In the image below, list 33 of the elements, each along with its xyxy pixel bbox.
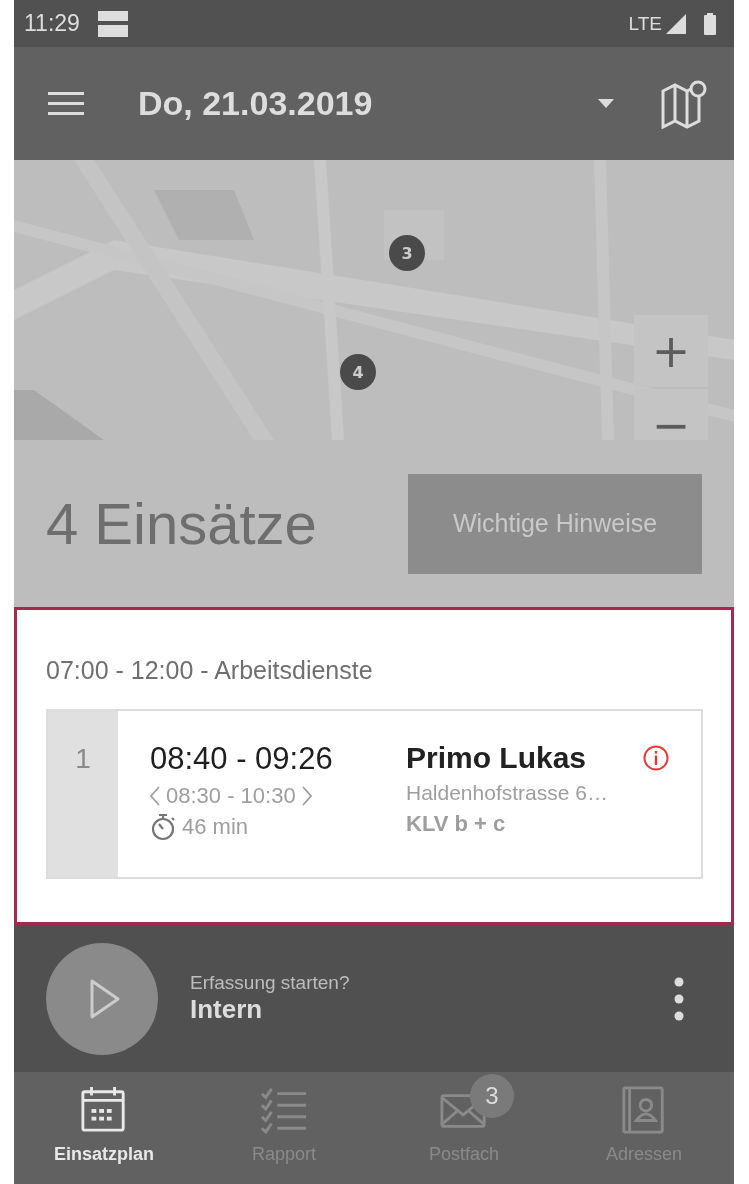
chevron-left-icon <box>150 786 160 806</box>
job-card[interactable]: 1 08:40 - 09:26 08:30 - 10:30 46 min Primo Lukas Haldenhofstrasse 6… KLV b + c <box>46 709 703 879</box>
checklist-icon <box>260 1086 308 1134</box>
job-number: 1 <box>48 711 118 877</box>
zoom-in-button[interactable]: + <box>634 315 708 387</box>
job-count: 4 Einsätze <box>46 490 317 557</box>
client-name: Primo Lukas <box>406 741 588 775</box>
sim-card-icon <box>97 8 128 39</box>
date-label: Do, 21.03.2019 <box>138 84 374 123</box>
network-type: LTE <box>628 12 662 35</box>
duration: 46 min <box>182 814 249 840</box>
client-address: Haldenhofstrasse 6… <box>406 781 609 805</box>
important-notes-button[interactable]: Wichtige Hinweise <box>408 473 702 574</box>
nav-tab[interactable]: Einsatzplan <box>14 1072 194 1184</box>
time-window: 08:30 - 10:30 <box>166 783 296 809</box>
status-time: 11:29 <box>24 10 80 37</box>
chevron-right-icon <box>301 786 312 806</box>
tracking-name: Intern <box>190 994 264 1025</box>
shift-title: 07:00 - 12:00 - Arbeitsdienste <box>46 656 374 685</box>
tracking-prompt: Erfassung starten? <box>190 972 351 994</box>
service-code: KLV b + c <box>406 811 507 837</box>
info-icon[interactable] <box>643 745 669 771</box>
caret-icon <box>598 99 614 108</box>
calendar-icon <box>80 1086 128 1134</box>
stopwatch-icon <box>150 813 176 841</box>
play-icon <box>90 978 120 1019</box>
battery-icon <box>704 11 716 36</box>
signal-icon <box>666 13 686 34</box>
zoom-out-button[interactable]: − <box>634 389 708 440</box>
menu-icon <box>48 91 84 116</box>
job-time: 08:40 - 09:26 <box>150 741 334 777</box>
more-icon[interactable] <box>674 976 684 1021</box>
unread-badge: 3 <box>470 1074 514 1118</box>
